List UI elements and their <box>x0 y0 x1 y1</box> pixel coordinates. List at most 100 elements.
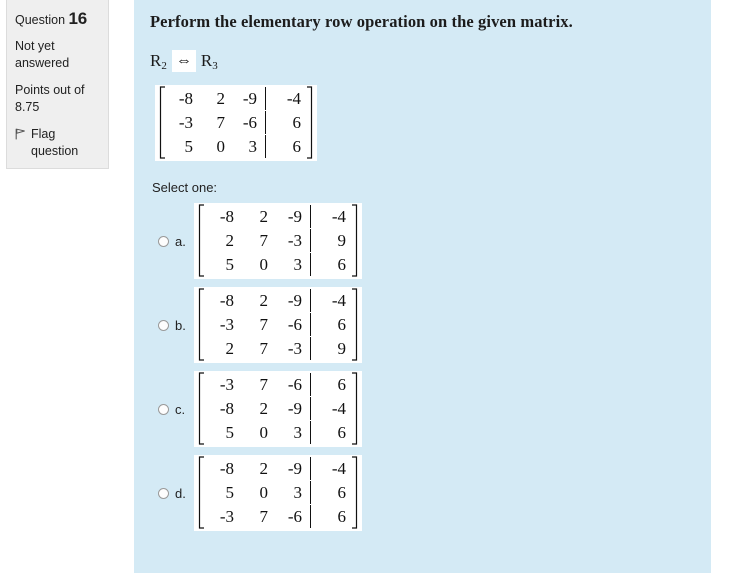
radio-button-c[interactable] <box>158 403 169 415</box>
row-operation-left: R2 <box>150 50 167 72</box>
option-d-matrix-grid: -8 2 -9 -4 5 0 3 6 -3 7 -6 6 <box>205 456 351 529</box>
radio-button-a[interactable] <box>158 235 169 247</box>
given-matrix-cell-r3c1: 5 <box>184 137 194 157</box>
given-matrix-cell-r3c2: 0 <box>216 137 226 157</box>
option-d-matrix-right-bracket <box>351 456 358 529</box>
select-one-label: Select one: <box>152 180 218 195</box>
option-matrix-c: -3 7 -6 6 -8 2 -9 -4 5 0 3 6 <box>198 372 358 445</box>
option-a-matrix-right-bracket <box>351 204 358 277</box>
radio-button-d[interactable] <box>158 487 169 499</box>
option-c-matrix-cell-r1c2: 7 <box>259 374 269 394</box>
option-b-matrix-cell-r3c2: 7 <box>259 339 269 359</box>
option-b-matrix-cell-r1c3: -9 <box>287 290 302 310</box>
question-status: Not yet answered <box>15 39 70 70</box>
question-number-header: Question 16 <box>15 10 100 29</box>
option-d-matrix-cell-r3c4: 6 <box>310 505 351 529</box>
question-info-panel: Question 16 Not yet answered Points out … <box>6 0 109 169</box>
option-a-matrix-cell-r1c2: 2 <box>259 206 269 226</box>
option-c-matrix-cell-r3c2: 0 <box>259 423 269 443</box>
option-d[interactable]: d. -8 2 -9 -4 5 0 3 6 -3 7 -6 6 <box>148 455 697 531</box>
option-a-matrix-left-bracket <box>198 204 205 277</box>
radio-button-b[interactable] <box>158 319 169 331</box>
option-a-matrix-grid: -8 2 -9 -4 2 7 -3 9 5 0 3 6 <box>205 204 351 277</box>
question-number: 16 <box>68 9 88 28</box>
option-c-matrix-cell-r3c1: 5 <box>225 423 235 443</box>
option-c-matrix-cell-r3c4: 6 <box>310 421 351 445</box>
option-b-matrix-cell-r1c2: 2 <box>259 290 269 310</box>
option-a-matrix-cell-r2c3: -3 <box>287 230 302 250</box>
option-b-matrix-cell-r1c4: -4 <box>310 288 351 312</box>
given-matrix-cell-r1c4: -4 <box>265 86 306 110</box>
option-matrix-box-b: -8 2 -9 -4 -3 7 -6 6 2 7 -3 9 <box>194 287 362 363</box>
given-matrix-cell-r2c2: 7 <box>216 112 226 132</box>
given-matrix: -8 2 -9 -4 -3 7 -6 6 5 0 3 6 <box>159 86 313 159</box>
given-matrix-cell-r2c1: -3 <box>178 112 193 132</box>
option-c-matrix-cell-r2c1: -8 <box>219 398 234 418</box>
question-label: Question <box>15 13 66 27</box>
option-c-matrix-cell-r2c4: -4 <box>310 396 351 420</box>
option-a-matrix-cell-r1c1: -8 <box>219 206 234 226</box>
option-a[interactable]: a. -8 2 -9 -4 2 7 -3 9 5 0 3 6 <box>148 203 697 279</box>
option-d-matrix-left-bracket <box>198 456 205 529</box>
option-c-matrix-cell-r1c1: -3 <box>219 374 234 394</box>
option-b-matrix-cell-r1c1: -8 <box>219 290 234 310</box>
given-matrix-right-bracket <box>306 86 313 159</box>
option-b-matrix-cell-r3c3: -3 <box>287 339 302 359</box>
option-matrix-a: -8 2 -9 -4 2 7 -3 9 5 0 3 6 <box>198 204 358 277</box>
option-letter-a: a. <box>175 233 186 249</box>
option-d-matrix-cell-r1c2: 2 <box>259 458 269 478</box>
option-d-matrix-cell-r3c2: 7 <box>259 507 269 527</box>
flag-question-label: Flag question <box>31 127 79 158</box>
option-c-matrix-right-bracket <box>351 372 358 445</box>
option-c-matrix-left-bracket <box>198 372 205 445</box>
option-b-matrix-cell-r2c3: -6 <box>287 314 302 334</box>
given-matrix-cell-r3c3: 3 <box>248 137 258 157</box>
option-c[interactable]: c. -3 7 -6 6 -8 2 -9 -4 5 0 3 6 <box>148 371 697 447</box>
option-b-matrix-right-bracket <box>351 288 358 361</box>
option-a-matrix-cell-r2c1: 2 <box>225 230 235 250</box>
option-c-matrix-cell-r1c4: 6 <box>310 372 351 396</box>
given-matrix-cell-r3c4: 6 <box>265 135 306 159</box>
points-label: Points out of <box>15 83 85 97</box>
given-matrix-cell-r1c3: -9 <box>242 88 257 108</box>
option-matrix-box-d: -8 2 -9 -4 5 0 3 6 -3 7 -6 6 <box>194 455 362 531</box>
option-c-matrix-grid: -3 7 -6 6 -8 2 -9 -4 5 0 3 6 <box>205 372 351 445</box>
option-matrix-box-c: -3 7 -6 6 -8 2 -9 -4 5 0 3 6 <box>194 371 362 447</box>
option-matrix-b: -8 2 -9 -4 -3 7 -6 6 2 7 -3 9 <box>198 288 358 361</box>
given-matrix-cell-r1c1: -8 <box>178 88 193 108</box>
given-matrix-cell-r2c3: -6 <box>242 112 257 132</box>
flag-icon <box>15 128 26 145</box>
option-a-matrix-cell-r1c3: -9 <box>287 206 302 226</box>
option-b-matrix-cell-r2c2: 7 <box>259 314 269 334</box>
question-prompt: Perform the elementary row operation on … <box>150 12 573 31</box>
option-b-matrix-cell-r3c4: 9 <box>310 337 351 361</box>
given-matrix-grid: -8 2 -9 -4 -3 7 -6 6 5 0 3 6 <box>166 86 306 159</box>
option-d-matrix-cell-r2c3: 3 <box>293 482 303 502</box>
option-d-matrix-cell-r2c1: 5 <box>225 482 235 502</box>
option-b-matrix-cell-r2c1: -3 <box>219 314 234 334</box>
row-operation-expression: R2 ⇔ R3 <box>150 49 697 73</box>
option-d-matrix-cell-r1c3: -9 <box>287 458 302 478</box>
option-c-matrix-cell-r3c3: 3 <box>293 423 303 443</box>
option-a-matrix-cell-r3c4: 6 <box>310 253 351 277</box>
option-a-matrix-cell-r2c4: 9 <box>310 228 351 252</box>
option-d-matrix-cell-r3c1: -3 <box>219 507 234 527</box>
option-d-matrix-cell-r3c3: -6 <box>287 507 302 527</box>
option-a-matrix-cell-r1c4: -4 <box>310 204 351 228</box>
option-d-matrix-cell-r1c1: -8 <box>219 458 234 478</box>
flag-question-button[interactable]: Flag question <box>15 126 100 160</box>
option-c-matrix-cell-r2c2: 2 <box>259 398 269 418</box>
option-b-matrix-left-bracket <box>198 288 205 361</box>
option-letter-c: c. <box>175 401 186 417</box>
option-b[interactable]: b. -8 2 -9 -4 -3 7 -6 6 2 7 -3 9 <box>148 287 697 363</box>
option-b-matrix-cell-r3c1: 2 <box>225 339 235 359</box>
option-c-matrix-cell-r2c3: -9 <box>287 398 302 418</box>
question-points: Points out of 8.75 <box>15 82 100 116</box>
option-d-matrix-cell-r2c2: 0 <box>259 482 269 502</box>
points-value: 8.75 <box>15 100 40 114</box>
option-b-matrix-cell-r2c4: 6 <box>310 312 351 336</box>
row-operation-right: R3 <box>200 50 218 72</box>
option-b-matrix-grid: -8 2 -9 -4 -3 7 -6 6 2 7 -3 9 <box>205 288 351 361</box>
question-content-panel: Perform the elementary row operation on … <box>134 0 711 573</box>
option-c-matrix-cell-r1c3: -6 <box>287 374 302 394</box>
